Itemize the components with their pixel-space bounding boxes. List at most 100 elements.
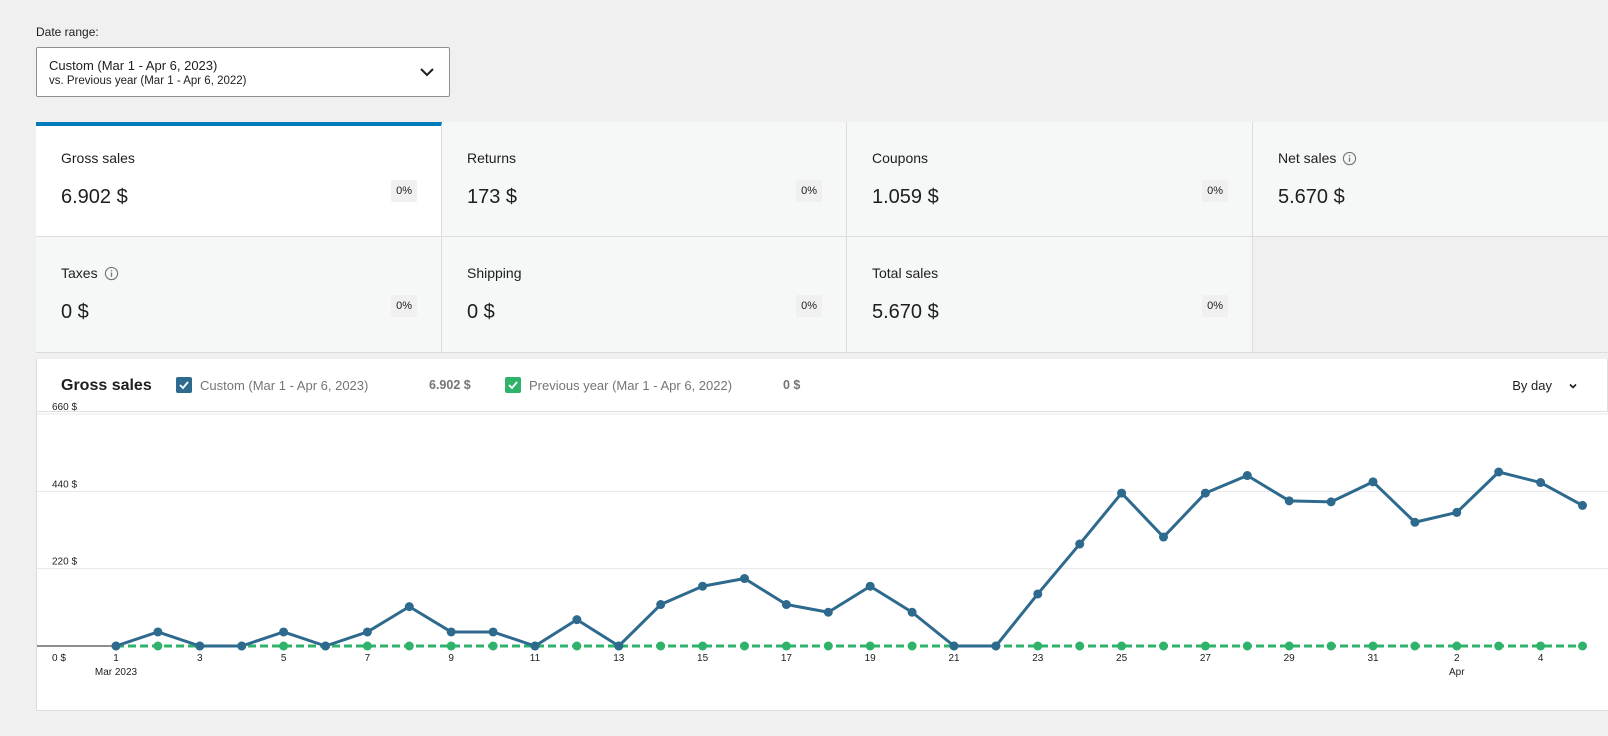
data-point-current xyxy=(991,641,1001,651)
data-point-current xyxy=(865,581,875,591)
data-point-previous xyxy=(698,641,708,651)
legend-label: Custom (Mar 1 - Apr 6, 2023) xyxy=(200,377,369,393)
info-icon[interactable] xyxy=(104,266,119,281)
checkbox-icon[interactable] xyxy=(505,377,521,393)
interval-select[interactable]: By day xyxy=(1512,378,1578,393)
legend-total-current: 6.902 $ xyxy=(429,378,471,392)
tile-label: Coupons xyxy=(872,150,928,166)
tile-value: 1.059 $ xyxy=(872,186,939,208)
data-point-current xyxy=(488,627,498,637)
tile-empty xyxy=(1253,237,1608,353)
x-tick-label: 17 xyxy=(781,653,793,664)
checkbox-icon[interactable] xyxy=(176,377,192,393)
tile-delta: 0% xyxy=(796,295,822,317)
x-tick-label: 7 xyxy=(365,653,371,664)
data-point-current xyxy=(1075,539,1085,549)
x-tick-label: 11 xyxy=(530,653,541,664)
tile-value: 5.670 $ xyxy=(872,301,939,323)
tile-label-text: Net sales xyxy=(1278,150,1337,166)
x-tick-label: 25 xyxy=(1116,653,1128,664)
data-point-previous xyxy=(1536,641,1546,651)
legend-total-previous: 0 $ xyxy=(783,378,801,392)
data-point-current xyxy=(1368,477,1378,487)
data-point-current xyxy=(279,627,289,637)
data-point-previous xyxy=(1033,641,1043,651)
x-tick-label: 31 xyxy=(1367,653,1379,664)
data-point-previous xyxy=(656,641,666,651)
data-point-previous xyxy=(1200,641,1210,651)
data-point-current xyxy=(1452,507,1462,517)
x-tick-label: 1 xyxy=(113,653,119,664)
tile-coupons[interactable]: Coupons 1.059 $ 0% xyxy=(847,122,1253,237)
tile-taxes[interactable]: Taxes 0 $ 0% xyxy=(36,237,442,353)
data-point-current xyxy=(153,627,163,637)
tile-label: Total sales xyxy=(872,265,938,281)
tile-shipping[interactable]: Shipping 0 $ 0% xyxy=(442,237,847,353)
data-point-previous xyxy=(781,641,791,651)
data-point-current xyxy=(1200,488,1210,498)
data-point-current xyxy=(823,607,833,617)
tile-net-sales[interactable]: Net sales 5.670 $ xyxy=(1253,122,1608,237)
x-tick-label: 23 xyxy=(1032,653,1044,664)
data-point-previous xyxy=(1410,641,1420,651)
data-point-current xyxy=(321,641,330,651)
data-point-previous xyxy=(740,641,749,651)
x-tick-label: 3 xyxy=(197,653,203,664)
x-tick-label: 27 xyxy=(1200,653,1212,664)
data-point-previous xyxy=(279,641,289,651)
interval-label: By day xyxy=(1512,378,1552,393)
x-tick-label: 9 xyxy=(448,653,454,664)
data-point-previous xyxy=(404,641,414,651)
data-point-current xyxy=(781,600,791,610)
series-line-current xyxy=(115,470,1584,648)
tile-label-text: Taxes xyxy=(61,265,98,281)
data-point-current xyxy=(698,581,708,591)
legend-item-current[interactable]: Custom (Mar 1 - Apr 6, 2023) xyxy=(176,377,368,393)
chart-title: Gross sales xyxy=(61,377,152,394)
data-point-previous xyxy=(153,641,163,651)
tile-returns[interactable]: Returns 173 $ 0% xyxy=(442,122,847,237)
tile-label: Returns xyxy=(467,150,516,166)
tile-delta: 0% xyxy=(796,180,822,202)
data-point-previous xyxy=(865,641,875,651)
data-point-previous xyxy=(823,641,833,651)
data-point-previous xyxy=(907,641,917,651)
date-range-select[interactable]: Custom (Mar 1 - Apr 6, 2023) vs. Previou… xyxy=(36,47,450,97)
tile-label: Shipping xyxy=(467,265,522,281)
x-tick-label: 29 xyxy=(1284,653,1296,664)
data-point-previous xyxy=(1578,641,1587,651)
y-tick-label: 220 $ xyxy=(52,557,77,568)
data-point-current xyxy=(572,615,582,625)
tile-total-sales[interactable]: Total sales 5.670 $ 0% xyxy=(847,237,1253,353)
tile-value: 173 $ xyxy=(467,186,518,208)
chart-panel: 0 $220 $440 $660 $1 Mar 2023 3 5 7 9 11 13 15 17 1… xyxy=(36,359,1608,711)
x-tick-label: 4 xyxy=(1538,653,1544,664)
data-point-current xyxy=(111,641,121,651)
summary-tiles: Gross sales 6.902 $ 0% Returns 173 $ 0% … xyxy=(36,122,1608,359)
x-tick-label: 15 xyxy=(697,653,709,664)
x-tick-label: 5 xyxy=(281,653,287,664)
data-point-current xyxy=(195,641,205,651)
data-point-current xyxy=(1410,517,1420,527)
data-point-current xyxy=(1536,478,1546,488)
data-point-current xyxy=(740,574,749,584)
data-point-previous xyxy=(1452,641,1462,651)
tile-gross-sales[interactable]: Gross sales 6.902 $ 0% xyxy=(36,122,442,237)
date-range-secondary: vs. Previous year (Mar 1 - Apr 6, 2022) xyxy=(49,75,247,87)
tile-delta: 0% xyxy=(391,295,417,317)
x-tick-sublabel: Mar 2023 xyxy=(95,667,138,678)
data-point-current xyxy=(1578,500,1587,510)
data-point-current xyxy=(1326,497,1336,507)
chevron-down-icon xyxy=(1569,383,1577,389)
info-icon[interactable] xyxy=(1342,151,1357,166)
data-point-previous xyxy=(446,641,456,651)
data-point-previous xyxy=(1242,641,1252,651)
tile-label: Taxes xyxy=(61,265,119,281)
legend-item-previous[interactable]: Previous year (Mar 1 - Apr 6, 2022) xyxy=(505,377,732,393)
tile-label: Gross sales xyxy=(61,150,135,166)
tile-value: 0 $ xyxy=(467,301,495,323)
tile-label-text: Gross sales xyxy=(61,150,135,166)
data-point-current xyxy=(446,627,456,637)
chart-header: Gross sales Custom (Mar 1 - Apr 6, 2023)… xyxy=(37,359,1608,412)
date-range-primary: Custom (Mar 1 - Apr 6, 2023) xyxy=(49,58,218,73)
